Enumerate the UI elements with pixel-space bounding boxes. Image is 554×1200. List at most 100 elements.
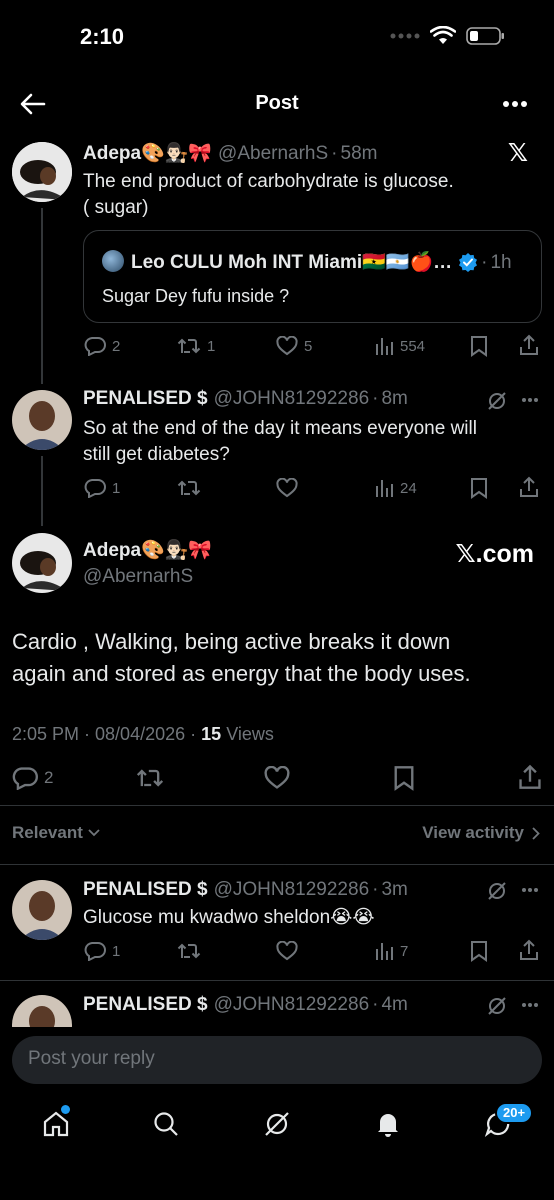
page-title: Post (255, 92, 299, 114)
tweet2-header: PENALISED $ @JOHN81292286 · 8m (83, 388, 408, 410)
author-name[interactable]: PENALISED $ (83, 879, 208, 901)
author-handle[interactable]: @JOHN81292286 (214, 994, 370, 1016)
reply-button[interactable]: 2 (84, 336, 120, 356)
author-handle[interactable]: @AbernarhS (218, 143, 328, 165)
grok-icon[interactable] (486, 880, 508, 902)
repost-button[interactable] (177, 941, 201, 961)
author-name[interactable]: PENALISED $ (83, 388, 208, 410)
repost-button[interactable]: 1 (177, 336, 215, 356)
quoted-post[interactable] (83, 230, 542, 323)
views-icon (376, 943, 393, 960)
heart-icon[interactable] (264, 766, 290, 790)
post-time[interactable]: 3m (381, 879, 407, 901)
grok-icon[interactable] (486, 390, 508, 412)
home-icon (43, 1111, 69, 1137)
reply2-header: PENALISED $ @JOHN81292286 · 4m (83, 994, 408, 1016)
views-count: 24 (400, 479, 417, 497)
reply-button[interactable]: 2 (12, 766, 53, 790)
bookmark-icon[interactable] (393, 765, 415, 791)
avatar-penalised[interactable] (12, 390, 72, 450)
avatar-adepa[interactable] (12, 142, 72, 202)
repost-icon (177, 943, 201, 959)
bookmark-icon[interactable] (470, 940, 488, 962)
x-com-watermark: 𝕏.com (455, 540, 535, 568)
chevron-down-icon (88, 829, 100, 837)
heart-icon (276, 336, 298, 356)
reply-button[interactable]: 1 (84, 478, 120, 498)
view-activity-link[interactable]: View activity (422, 823, 540, 843)
separator: · (372, 879, 379, 900)
author-name[interactable]: PENALISED $ (83, 994, 208, 1016)
author-handle[interactable]: @JOHN81292286 (214, 879, 370, 901)
author-name[interactable]: Adepa🎨👨🏻‍⚖️🎀 (83, 141, 212, 165)
repost-icon (177, 338, 201, 354)
author-handle[interactable]: @JOHN81292286 (214, 388, 370, 410)
post-time[interactable]: 4m (381, 994, 407, 1016)
divider (0, 805, 554, 806)
more-options-icon[interactable] (521, 887, 539, 893)
reply-count: 1 (112, 479, 121, 497)
quote-header: Leo CULU Moh INT Miami🇬🇭🇦🇷🍎… · 1h (131, 250, 512, 274)
tab-home[interactable] (42, 1110, 70, 1143)
more-options-icon[interactable] (521, 397, 539, 403)
more-options-icon[interactable] (502, 100, 528, 108)
tweet2-text-line1: So at the end of the day it means everyo… (83, 418, 477, 439)
messages-badge: 20+ (495, 1102, 534, 1124)
heart-icon (276, 478, 298, 498)
main-author-handle[interactable]: @AbernarhS (83, 566, 193, 588)
main-text-line2: again and stored as energy that the body… (12, 661, 471, 686)
thread-line (41, 208, 43, 384)
views-icon (376, 338, 393, 355)
main-author-name[interactable]: Adepa🎨👨🏻‍⚖️🎀 (83, 538, 212, 562)
sort-dropdown[interactable]: Relevant (12, 823, 100, 843)
tab-grok[interactable] (263, 1110, 291, 1143)
x-logo-icon[interactable]: 𝕏 (508, 138, 528, 168)
views-button[interactable]: 7 (374, 941, 408, 961)
tweet1-text-line1: The end product of carbohydrate is gluco… (83, 171, 454, 192)
like-button[interactable] (276, 941, 298, 961)
separator: · (372, 994, 379, 1015)
post-timestamp[interactable]: 2:05 PM · 08/04/2026 · (12, 724, 196, 744)
reply1-text: Glucose mu kwadwo sheldon😭😭 (83, 907, 375, 928)
reply-icon (12, 767, 38, 790)
separator: · (481, 252, 488, 273)
views-button[interactable]: 554 (374, 336, 425, 356)
post-time[interactable]: 58m (341, 143, 378, 165)
tab-search[interactable] (152, 1110, 180, 1143)
battery-icon (466, 27, 504, 45)
post-time[interactable]: 8m (381, 388, 407, 410)
like-count: 5 (304, 337, 313, 355)
more-options-icon[interactable] (521, 1002, 539, 1008)
search-icon (154, 1112, 178, 1136)
share-icon[interactable] (518, 764, 542, 790)
like-button[interactable] (276, 478, 298, 498)
repost-icon (177, 480, 201, 496)
reply-button[interactable]: 1 (84, 941, 120, 961)
reply-icon (84, 942, 106, 961)
bookmark-icon[interactable] (470, 477, 488, 499)
share-icon[interactable] (519, 939, 539, 961)
quote-time: 1h (490, 252, 512, 273)
share-icon[interactable] (519, 476, 539, 498)
grok-icon[interactable] (486, 995, 508, 1017)
separator: · (372, 388, 379, 409)
views-button[interactable]: 24 (374, 478, 417, 498)
thread-line (41, 456, 43, 526)
like-button[interactable]: 5 (276, 336, 312, 356)
tweet1-header: Adepa🎨👨🏻‍⚖️🎀 @AbernarhS · 58m (83, 141, 377, 165)
reply-count: 2 (112, 337, 121, 355)
avatar-penalised[interactable] (12, 995, 72, 1027)
divider (0, 864, 554, 865)
views-icon (376, 480, 393, 497)
share-icon[interactable] (519, 334, 539, 356)
avatar-adepa[interactable] (12, 533, 72, 593)
bookmark-icon[interactable] (470, 335, 488, 357)
quote-avatar (102, 250, 124, 272)
avatar-penalised[interactable] (12, 880, 72, 940)
views-label: Views (226, 724, 274, 744)
reply-icon (84, 337, 106, 356)
tab-notifications[interactable] (374, 1110, 402, 1143)
sort-label: Relevant (12, 823, 83, 842)
repost-icon[interactable] (136, 766, 164, 790)
repost-button[interactable] (177, 478, 201, 498)
